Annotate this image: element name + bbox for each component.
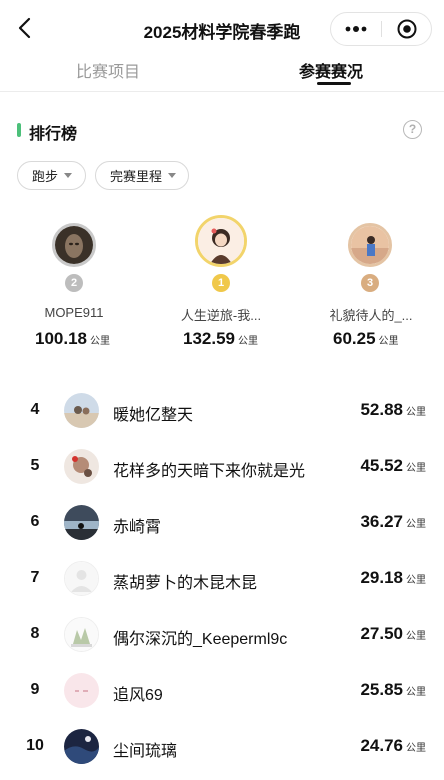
leaderboard-row[interactable]: 9 追风69 25.85 公里 (0, 662, 444, 718)
avatar (348, 223, 392, 267)
leaderboard-row[interactable]: 6 赤崎霄 36.27 公里 (0, 494, 444, 550)
caret-down-icon (64, 173, 73, 178)
row-name: 追风69 (113, 687, 163, 704)
bronze-medal-icon: 3 (361, 274, 379, 292)
avatar (64, 449, 99, 484)
tab-events[interactable]: 比赛项目 (76, 58, 140, 82)
podium-distance: 60.25 公里 (333, 329, 399, 348)
row-rank: 5 (30, 457, 40, 474)
row-rank: 6 (30, 513, 40, 530)
podium-distance: 132.59 公里 (183, 329, 258, 348)
tab-race-status[interactable]: 参赛赛况 (299, 58, 363, 82)
row-distance: 45.52 公里 (360, 456, 426, 475)
row-name: 花样多的天暗下来你就是光 (113, 463, 306, 480)
row-name: 偶尔深沉的_Keeperml9c (113, 631, 288, 648)
more-dots-icon[interactable] (331, 13, 381, 45)
podium-distance: 100.18 公里 (35, 329, 110, 348)
miniprogram-capsule (330, 12, 432, 46)
active-tab-indicator (317, 82, 351, 85)
row-distance: 52.88 公里 (360, 400, 426, 419)
nav-header: 2025材料学院春季跑 (0, 0, 444, 56)
help-question-icon[interactable]: ? (403, 120, 422, 139)
row-name: 赤崎霄 (113, 519, 162, 536)
caret-down-icon (168, 173, 177, 178)
row-rank: 8 (30, 625, 40, 642)
row-distance: 25.85 公里 (360, 680, 426, 699)
row-name: 蒸胡萝卜的木昆木昆 (113, 575, 258, 592)
avatar (52, 223, 96, 267)
row-distance: 27.50 公里 (360, 624, 426, 643)
sport-filter-label: 跑步 (32, 169, 59, 184)
podium-name: 礼貌待人的_... (329, 308, 413, 323)
close-target-icon[interactable] (382, 13, 432, 45)
metric-filter-dropdown[interactable]: 完赛里程 (95, 161, 189, 190)
avatar (64, 673, 99, 708)
avatar (195, 215, 247, 267)
row-distance: 36.27 公里 (360, 512, 426, 531)
row-distance: 24.76 公里 (360, 736, 426, 755)
leaderboard-title: 排行榜 (29, 126, 78, 143)
leaderboard-row[interactable]: 7 蒸胡萝卜的木昆木昆 29.18 公里 (0, 550, 444, 606)
avatar (64, 505, 99, 540)
avatar (64, 729, 99, 764)
avatar (64, 617, 99, 652)
row-rank: 7 (30, 569, 40, 586)
podium-name: MOPE911 (44, 305, 104, 320)
gold-medal-icon: 1 (212, 274, 230, 292)
section-accent-bar (17, 123, 21, 137)
leaderboard-row[interactable]: 10 尘间琉璃 24.76 公里 (0, 718, 444, 774)
row-name: 暖她亿整天 (113, 407, 194, 424)
avatar (64, 561, 99, 596)
silver-medal-icon: 2 (65, 274, 83, 292)
podium-name: 人生逆旅-我... (180, 308, 262, 323)
row-rank: 9 (30, 681, 40, 698)
row-rank: 4 (30, 401, 40, 418)
sport-filter-dropdown[interactable]: 跑步 (17, 161, 86, 190)
row-distance: 29.18 公里 (360, 568, 426, 587)
row-rank: 10 (26, 737, 44, 754)
row-name: 尘间琉璃 (113, 743, 178, 760)
leaderboard-row[interactable]: 4 暖她亿整天 52.88 公里 (0, 382, 444, 438)
leaderboard-row[interactable]: 8 偶尔深沉的_Keeperml9c 27.50 公里 (0, 606, 444, 662)
tab-bar: 比赛项目 参赛赛况 (0, 52, 444, 92)
metric-filter-label: 完赛里程 (110, 169, 163, 184)
avatar (64, 393, 99, 428)
leaderboard-row[interactable]: 5 花样多的天暗下来你就是光 45.52 公里 (0, 438, 444, 494)
